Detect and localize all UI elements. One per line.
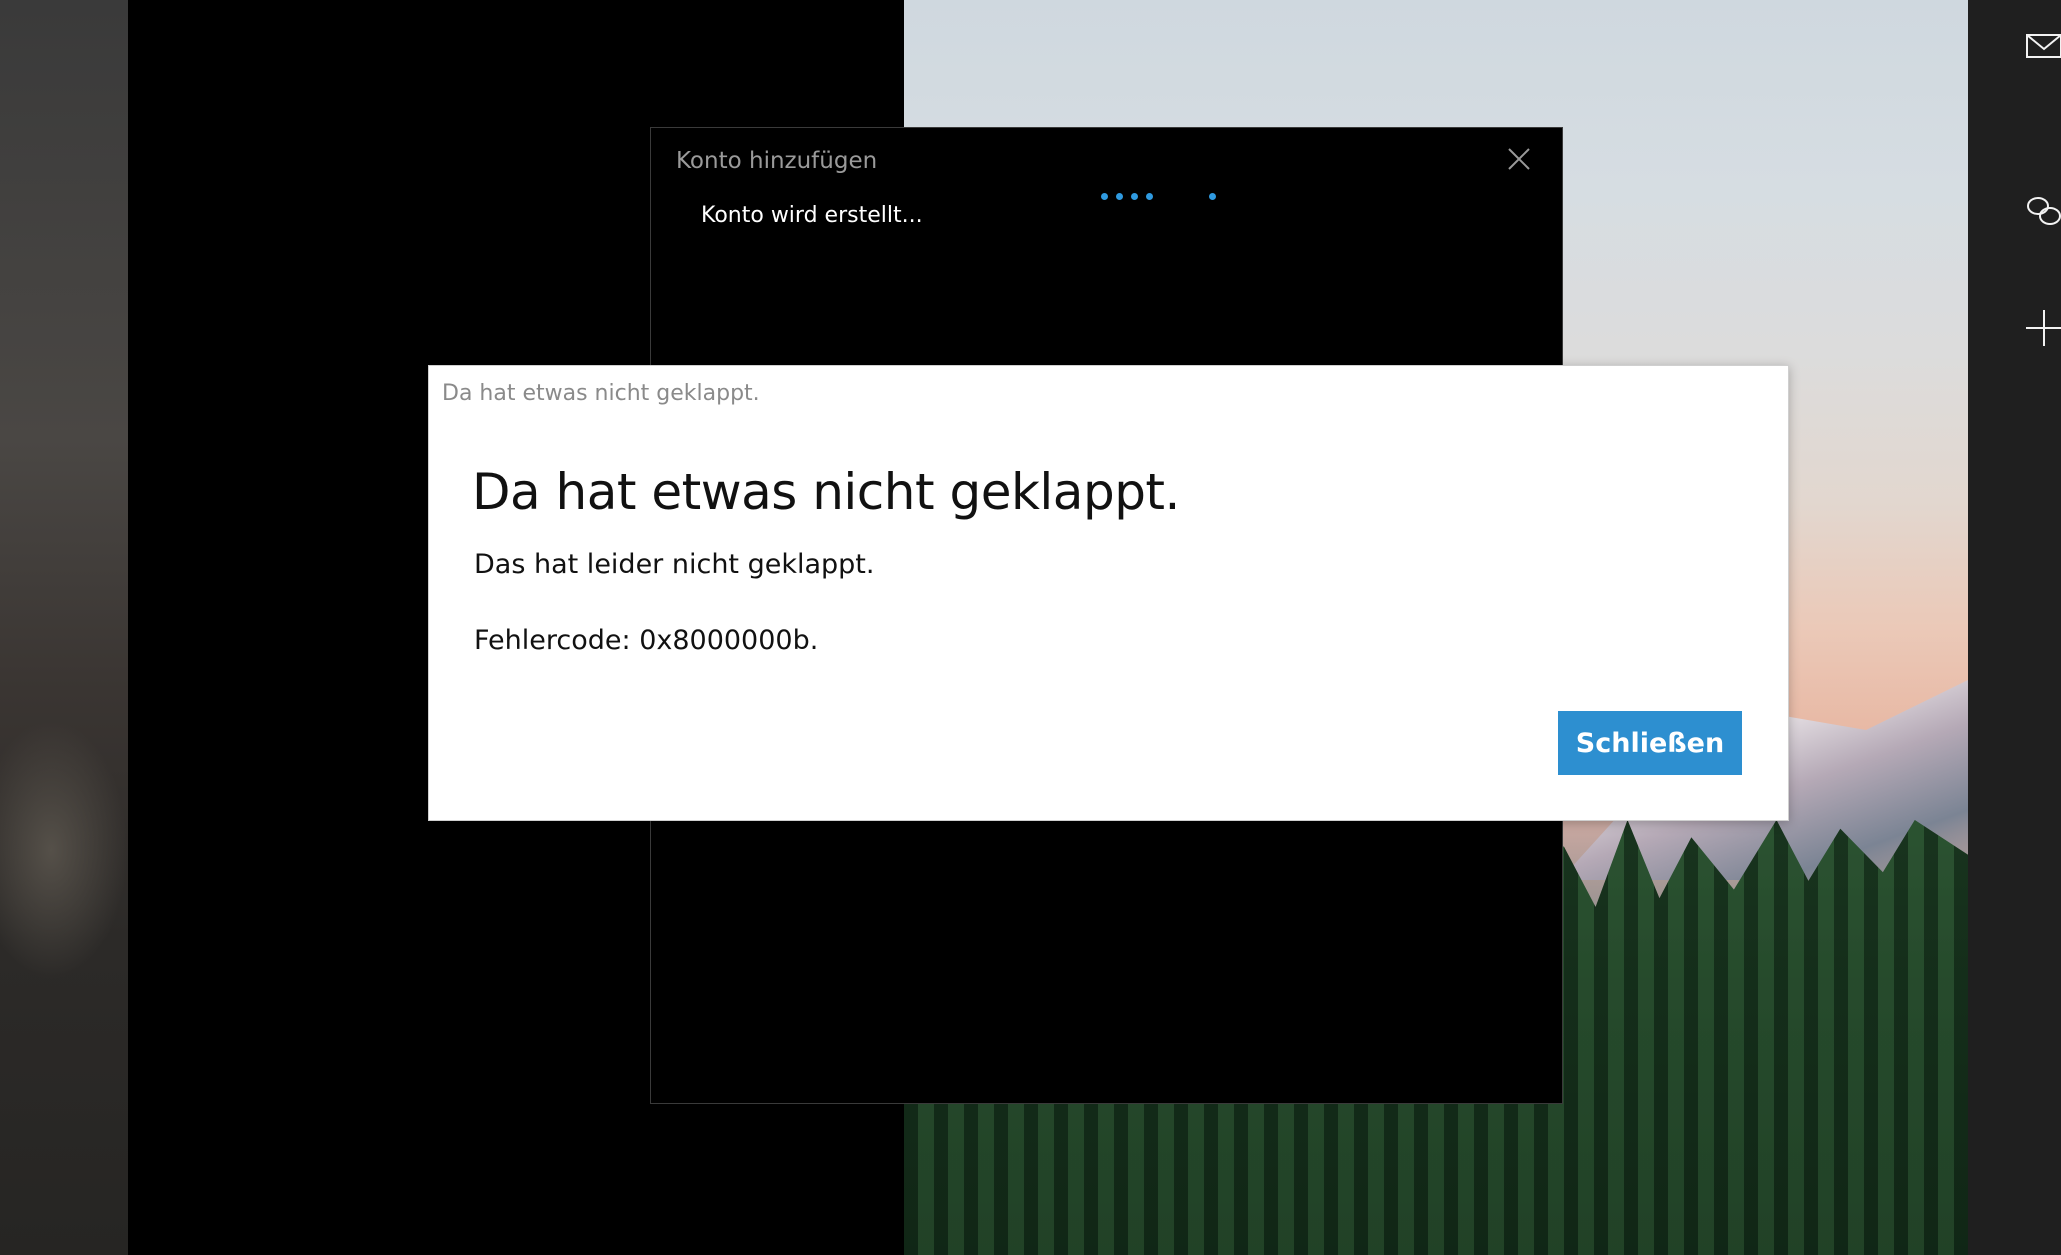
dialog-caption: Da hat etwas nicht geklappt. [442, 381, 760, 406]
dialog-heading: Da hat etwas nicht geklappt. [472, 463, 1180, 521]
link-icon[interactable] [2024, 192, 2061, 232]
desktop-screen: Konto hinzufügen Konto wird erstellt... … [0, 0, 2061, 1255]
background-left [0, 0, 128, 1255]
close-icon[interactable] [1506, 146, 1532, 172]
progress-dot [1101, 193, 1108, 200]
window-title: Konto hinzufügen [676, 148, 878, 174]
status-text: Konto wird erstellt... [701, 203, 923, 228]
progress-dot [1131, 193, 1138, 200]
progress-dot [1116, 193, 1123, 200]
error-dialog: Da hat etwas nicht geklappt. Da hat etwa… [428, 365, 1789, 821]
dialog-message: Das hat leider nicht geklappt. [474, 549, 875, 580]
error-code: Fehlercode: 0x8000000b. [474, 625, 819, 656]
right-sidebar [1968, 0, 2061, 1255]
close-button[interactable]: Schließen [1558, 711, 1742, 775]
progress-dot [1146, 193, 1153, 200]
add-icon[interactable] [2024, 308, 2061, 348]
progress-dot [1209, 193, 1216, 200]
mail-icon[interactable] [2024, 26, 2061, 66]
